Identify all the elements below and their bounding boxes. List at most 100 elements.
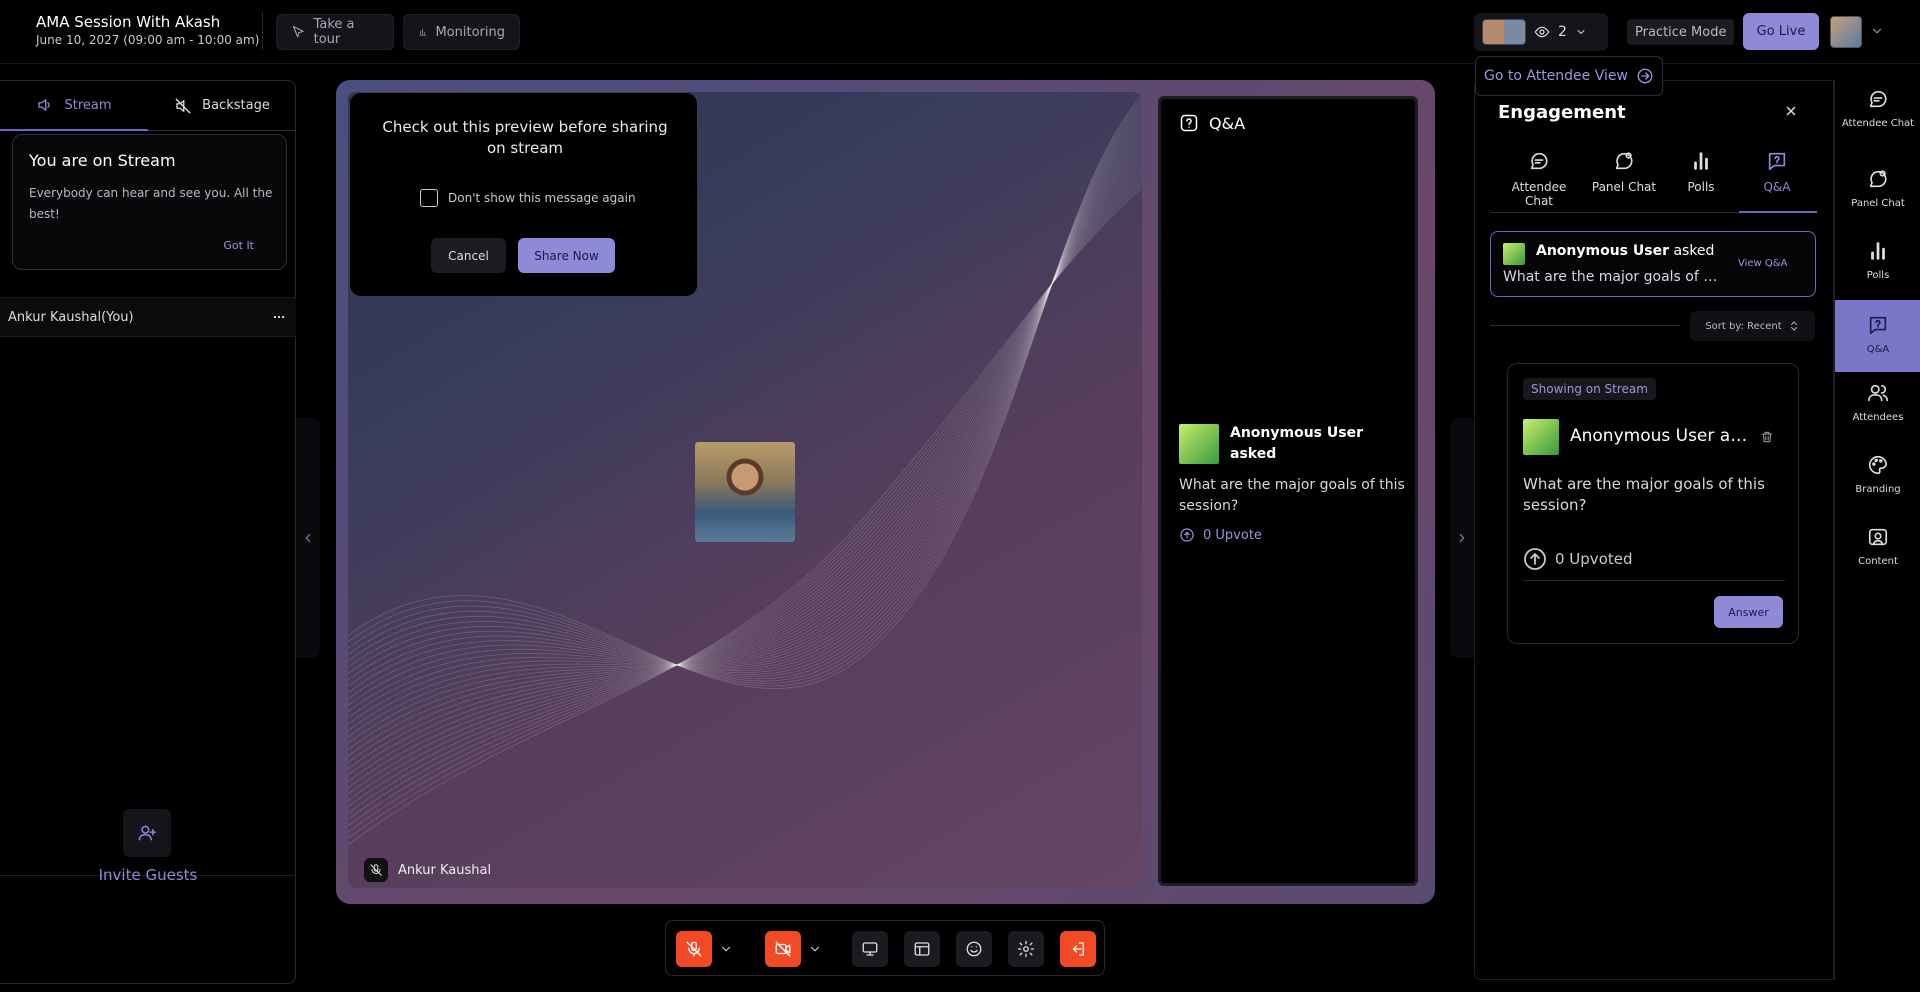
tab-panel-chat-label: Panel Chat — [1591, 180, 1657, 194]
speaker-name: Ankur Kaushal — [398, 862, 492, 878]
add-user-icon — [138, 825, 157, 841]
camera-toggle-button[interactable] — [765, 931, 801, 967]
invite-guests-button[interactable] — [123, 809, 171, 857]
on-stream-title: You are on Stream — [29, 151, 176, 170]
chevron-left-icon — [305, 533, 311, 543]
stage-qa-header: Q&A — [1179, 113, 1245, 133]
sidebar-item-content[interactable]: Content — [1835, 526, 1920, 568]
cancel-button[interactable]: Cancel — [431, 238, 506, 273]
speaker-off-icon — [175, 98, 191, 113]
sidebar-item-label: Content — [1858, 556, 1898, 567]
tab-polls[interactable]: Polls — [1661, 150, 1741, 194]
smiley-icon — [966, 941, 982, 957]
card-upvote-button[interactable]: 0 Upvoted — [1523, 547, 1633, 571]
invite-guests-label[interactable]: Invite Guests — [0, 866, 296, 884]
sidebar-item-attendee-chat[interactable]: Attendee Chat — [1835, 88, 1920, 130]
take-tour-button[interactable]: Take a tour — [276, 14, 394, 50]
answer-button[interactable]: Answer — [1714, 596, 1783, 628]
go-live-button[interactable]: Go Live — [1743, 13, 1819, 50]
settings-button[interactable] — [1008, 931, 1044, 967]
on-stream-card: You are on Stream Everybody can hear and… — [12, 134, 287, 270]
take-tour-label: Take a tour — [313, 17, 355, 47]
palette-icon — [1869, 455, 1888, 475]
trash-icon — [1761, 431, 1773, 443]
tab-attendee-chat-label: Attendee Chat — [1511, 180, 1567, 208]
tab-stream-label: Stream — [64, 97, 112, 113]
tab-attendee-chat[interactable]: Attendee Chat — [1499, 150, 1579, 208]
checkbox-box[interactable] — [420, 189, 438, 207]
cursor-icon — [292, 25, 304, 38]
mic-off-badge — [364, 858, 388, 882]
sort-arrows-icon — [1790, 321, 1797, 331]
polls-icon — [1694, 152, 1708, 170]
control-bar — [665, 920, 1105, 976]
invite-section — [0, 875, 296, 985]
got-it-button[interactable]: Got It — [223, 239, 254, 252]
user-avatar[interactable] — [1830, 16, 1862, 48]
close-engagement-button[interactable] — [1784, 104, 1798, 118]
panel-chat-icon — [1615, 152, 1633, 170]
go-to-attendee-view-button[interactable]: Go to Attendee View — [1475, 56, 1663, 96]
avatar-menu-toggle[interactable] — [1870, 24, 1884, 38]
reactions-button[interactable] — [956, 931, 992, 967]
leave-button[interactable] — [1060, 931, 1096, 967]
speaker-icon — [38, 99, 51, 111]
question-icon — [1180, 114, 1198, 132]
dont-show-checkbox[interactable]: Don't show this message again — [420, 189, 636, 207]
on-stream-description: Everybody can hear and see you. All the … — [29, 186, 273, 221]
tab-backstage-label: Backstage — [202, 98, 270, 113]
gear-icon — [1017, 940, 1035, 958]
sidebar-item-branding[interactable]: Branding — [1835, 454, 1920, 496]
mic-toggle-button[interactable] — [676, 931, 712, 967]
share-now-button[interactable]: Share Now — [518, 238, 615, 273]
card-divider — [1523, 580, 1785, 581]
sort-label: Sort by: Recent — [1705, 320, 1782, 332]
chevron-right-icon — [1459, 533, 1465, 543]
screen-share-button[interactable] — [852, 931, 888, 967]
sidebar-item-attendees[interactable]: Attendees — [1835, 382, 1920, 424]
tab-qa[interactable]: Q&A — [1737, 150, 1817, 194]
collapse-right-handle[interactable] — [1450, 418, 1474, 658]
tab-stream[interactable]: Stream — [0, 81, 148, 131]
tab-panel-chat[interactable]: Panel Chat — [1584, 150, 1664, 194]
exit-icon — [1072, 942, 1084, 956]
question-icon — [1768, 152, 1786, 171]
bar-chart-icon — [419, 28, 427, 36]
session-datetime: June 10, 2027 (09:00 am - 10:00 am) — [36, 33, 260, 47]
delete-question-button[interactable] — [1760, 430, 1774, 444]
sort-dropdown[interactable]: Sort by: Recent — [1690, 311, 1815, 341]
sidebar-item-panel-chat[interactable]: Panel Chat — [1835, 168, 1920, 210]
camera-options-button[interactable] — [801, 931, 829, 967]
asker-avatar — [1503, 243, 1525, 265]
collapse-left-handle[interactable] — [296, 418, 320, 658]
sidebar-item-polls[interactable]: Polls — [1835, 240, 1920, 282]
engagement-title: Engagement — [1498, 102, 1626, 123]
question-icon — [1869, 316, 1887, 335]
preview-message: Check out this preview before sharing on… — [382, 118, 668, 157]
monitoring-button[interactable]: Monitoring — [403, 14, 520, 50]
view-qa-link[interactable]: View Q&A — [1738, 258, 1787, 269]
qa-summary-card[interactable]: Anonymous User asked What are the major … — [1490, 231, 1816, 297]
sidebar-item-label: Attendee Chat — [1841, 118, 1915, 129]
viewer-count: 2 — [1558, 24, 1567, 40]
tab-backstage[interactable]: Backstage — [148, 81, 296, 131]
right-sidebar: Attendee Chat Panel Chat Polls Q&A Atten… — [1834, 80, 1920, 980]
more-icon[interactable] — [272, 310, 286, 324]
participant-row[interactable]: Ankur Kaushal(You) — [0, 297, 296, 337]
sidebar-item-label: Polls — [1866, 270, 1890, 281]
eye-icon — [1534, 26, 1550, 38]
stage-qa-asker: Anonymous User asked — [1230, 425, 1363, 462]
chevron-down-icon — [721, 946, 731, 952]
camera-off-icon — [775, 941, 791, 957]
header-divider — [262, 12, 263, 50]
users-icon — [1868, 384, 1888, 402]
layout-button[interactable] — [904, 931, 940, 967]
mic-options-button[interactable] — [712, 931, 740, 967]
practice-mode-badge: Practice Mode — [1627, 19, 1735, 45]
sidebar-item-qa[interactable]: Q&A — [1835, 300, 1920, 372]
top-header: AMA Session With Akash June 10, 2027 (09… — [0, 0, 1920, 64]
card-upvoted-label: 0 Upvoted — [1555, 550, 1633, 568]
tab-qa-label: Q&A — [1763, 180, 1791, 194]
viewer-count-button[interactable]: 2 — [1474, 13, 1608, 51]
card-question: What are the major goals of this session… — [1523, 475, 1765, 514]
